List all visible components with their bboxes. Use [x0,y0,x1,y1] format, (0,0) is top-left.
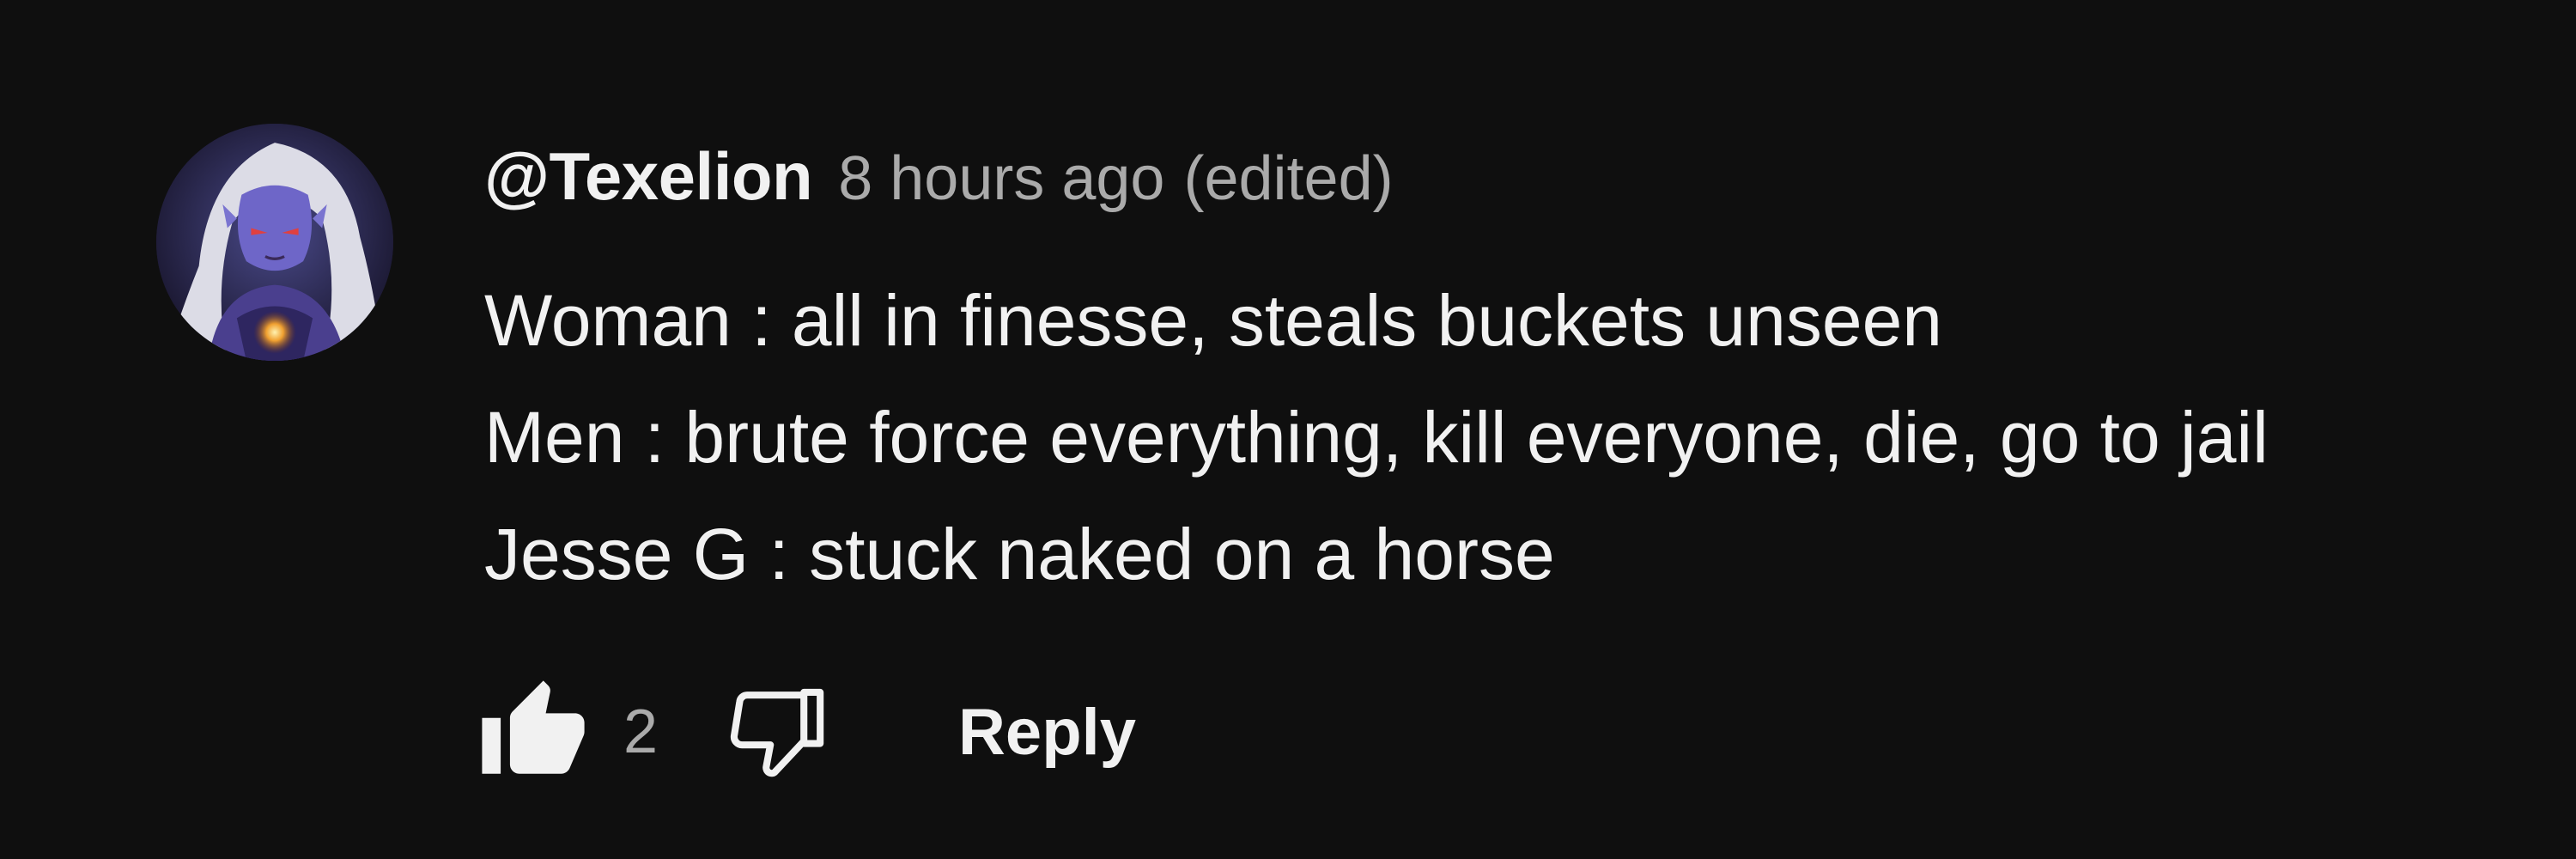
comment-thread: @Texelion 8 hours ago (edited) Woman : a… [0,0,2576,859]
comment-header: @Texelion 8 hours ago (edited) [484,137,1394,220]
edited-label: (edited) [1183,144,1394,213]
author-name[interactable]: @Texelion [484,137,813,216]
timestamp[interactable]: 8 hours ago [838,143,1164,214]
like-button[interactable] [477,676,589,788]
comment-body: Woman : all in finesse, steals buckets u… [484,262,2545,612]
avatar-image [156,124,393,361]
reply-button[interactable]: Reply [958,686,1136,778]
comment-line: Men : brute force everything, kill every… [484,397,2269,478]
like-count: 2 [623,698,659,766]
avatar[interactable] [156,124,393,361]
comment-line: Woman : all in finesse, steals buckets u… [484,280,1943,361]
dislike-button[interactable] [718,676,829,788]
thumbs-up-icon [482,680,585,774]
comment-actions: 2 Reply [477,672,1136,792]
thumbs-down-icon [730,688,824,777]
comment-line: Jesse G : stuck naked on a horse [484,514,1555,594]
